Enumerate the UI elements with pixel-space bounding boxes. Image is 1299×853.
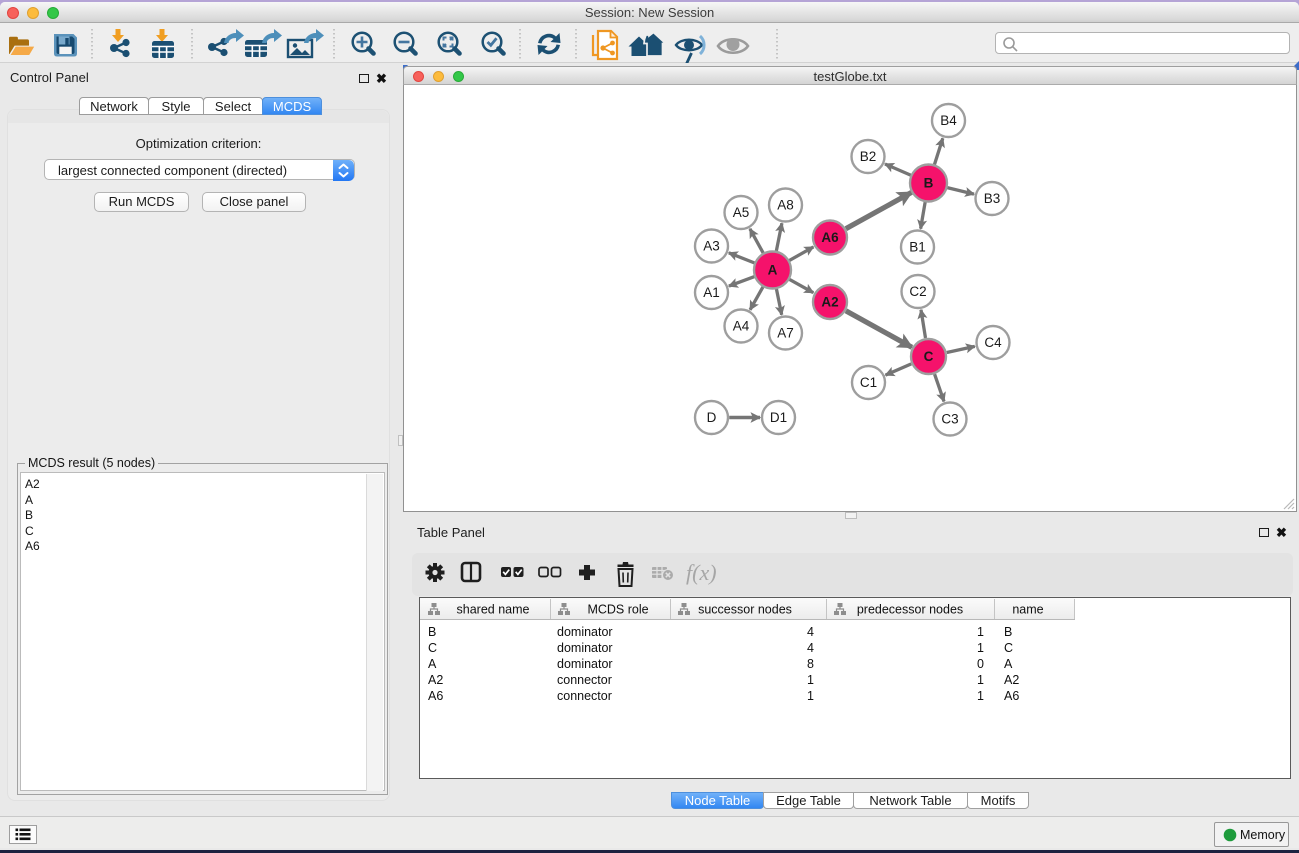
svg-text:MCDS role: MCDS role (587, 603, 648, 617)
svg-text:B2: B2 (860, 149, 877, 164)
svg-text:B: B (924, 176, 934, 191)
svg-text:1: 1 (807, 689, 814, 703)
svg-text:1: 1 (977, 641, 984, 655)
svg-text:f(x): f(x) (686, 560, 717, 585)
svg-text:C: C (428, 641, 437, 655)
svg-text:C: C (924, 349, 934, 364)
svg-text:C: C (1004, 641, 1013, 655)
svg-text:A6: A6 (1004, 689, 1019, 703)
svg-text:A7: A7 (777, 326, 794, 341)
svg-text:A6: A6 (821, 230, 839, 245)
svg-text:C3: C3 (941, 412, 958, 427)
svg-text:B: B (428, 625, 436, 639)
svg-text:4: 4 (807, 641, 814, 655)
svg-text:A: A (768, 263, 778, 278)
svg-text:A1: A1 (703, 285, 720, 300)
svg-text:A2: A2 (428, 673, 443, 687)
svg-text:4: 4 (807, 625, 814, 639)
svg-text:A8: A8 (777, 198, 794, 213)
svg-text:successor nodes: successor nodes (698, 603, 792, 617)
svg-text:B4: B4 (940, 113, 957, 128)
svg-text:A2: A2 (1004, 673, 1019, 687)
svg-text:1: 1 (977, 625, 984, 639)
svg-text:dominator: dominator (557, 641, 613, 655)
svg-text:dominator: dominator (557, 657, 613, 671)
svg-text:D1: D1 (770, 410, 787, 425)
svg-text:B1: B1 (909, 240, 926, 255)
svg-text:0: 0 (977, 657, 984, 671)
svg-text:1: 1 (977, 689, 984, 703)
svg-text:C2: C2 (909, 284, 926, 299)
svg-text:shared name: shared name (457, 603, 530, 617)
svg-text:A4: A4 (733, 319, 750, 334)
svg-text:D: D (707, 410, 717, 425)
svg-text:C1: C1 (860, 375, 877, 390)
svg-text:1: 1 (807, 673, 814, 687)
svg-text:A: A (1004, 657, 1013, 671)
svg-text:1: 1 (977, 673, 984, 687)
svg-text:A6: A6 (428, 689, 443, 703)
svg-text:B: B (1004, 625, 1012, 639)
svg-text:B3: B3 (984, 191, 1001, 206)
svg-text:C4: C4 (984, 335, 1002, 350)
svg-text:predecessor nodes: predecessor nodes (857, 603, 963, 617)
svg-text:A2: A2 (821, 295, 838, 310)
svg-text:A3: A3 (703, 239, 720, 254)
svg-text:A: A (428, 657, 437, 671)
svg-text:connector: connector (557, 673, 612, 687)
svg-text:name: name (1012, 603, 1043, 617)
svg-text:dominator: dominator (557, 625, 613, 639)
svg-text:8: 8 (807, 657, 814, 671)
svg-text:connector: connector (557, 689, 612, 703)
svg-text:A5: A5 (733, 205, 750, 220)
